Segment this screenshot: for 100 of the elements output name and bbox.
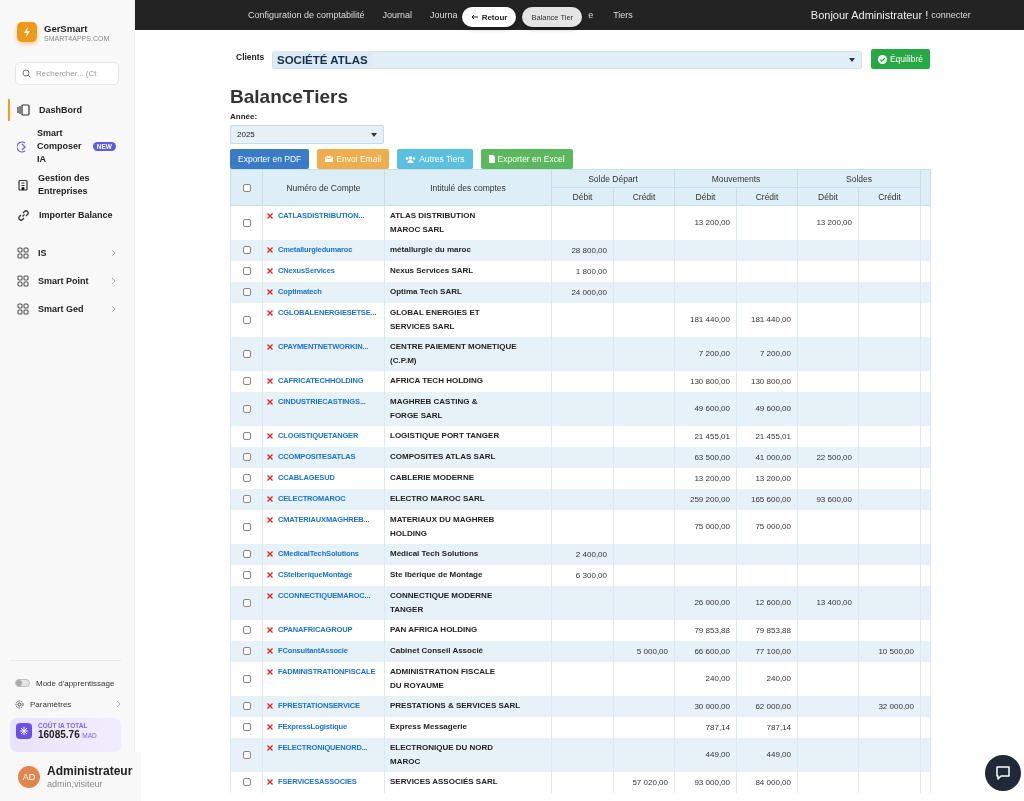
column-header: Débit — [695, 191, 716, 202]
delete-icon[interactable] — [267, 648, 273, 654]
nav-link[interactable]: Journa — [430, 10, 458, 20]
amount: 13 200,00 — [694, 218, 730, 227]
back-button[interactable]: Retour — [461, 7, 517, 27]
row-checkbox[interactable] — [242, 647, 251, 656]
grid-icon — [17, 247, 29, 259]
delete-icon[interactable] — [267, 593, 273, 599]
row-checkbox[interactable] — [242, 522, 251, 531]
delete-icon[interactable] — [267, 627, 273, 633]
delete-icon[interactable] — [267, 517, 273, 523]
delete-icon[interactable] — [267, 724, 273, 730]
search-field[interactable]: Rechercher... (Ct — [15, 62, 119, 85]
row-checkbox[interactable] — [242, 626, 251, 635]
delete-icon[interactable] — [267, 213, 273, 219]
delete-icon[interactable] — [267, 703, 273, 709]
nav-item[interactable]: Smart Point — [8, 270, 134, 292]
learning-mode-toggle[interactable] — [15, 679, 30, 687]
account-name: CABLERIE MODERNE — [390, 473, 474, 482]
account-name: CENTRE PAIEMENT MONETIQUE (C.P.M) — [390, 342, 517, 365]
delete-icon[interactable] — [267, 344, 273, 350]
row-checkbox[interactable] — [242, 598, 251, 607]
settings-item[interactable]: Paramètres — [10, 696, 121, 712]
delete-icon[interactable] — [267, 399, 273, 405]
nav-item[interactable]: Gestion des Entreprises — [8, 172, 134, 198]
row-checkbox[interactable] — [242, 723, 251, 732]
delete-icon[interactable] — [267, 310, 273, 316]
row-checkbox[interactable] — [242, 702, 251, 711]
client-select[interactable]: SOCIÉTÉ ATLAS — [272, 50, 862, 69]
delete-icon[interactable] — [267, 745, 273, 751]
amount: 57 020,00 — [632, 777, 668, 787]
nav-item[interactable]: Importer Balance — [8, 204, 134, 226]
row-checkbox[interactable] — [242, 750, 251, 759]
amount: 75 000,00 — [694, 522, 730, 531]
row-checkbox[interactable] — [242, 495, 251, 504]
nav-item[interactable]: Smart Ged — [8, 298, 134, 320]
building-icon — [17, 179, 29, 191]
amount: 24 000,00 — [571, 287, 607, 297]
account-name: ELECTRO MAROC SARL — [390, 494, 485, 503]
row-checkbox[interactable] — [242, 377, 251, 386]
row-checkbox[interactable] — [242, 218, 251, 227]
logout-link[interactable]: connecter — [931, 10, 971, 20]
delete-icon[interactable] — [267, 496, 273, 502]
user-avatar: AD — [18, 765, 40, 788]
users-icon — [405, 155, 417, 163]
nav-link[interactable]: Configuration de comptabilité — [248, 10, 365, 20]
row-checkbox[interactable] — [242, 184, 251, 193]
nav-link[interactable]: Tiers — [613, 10, 633, 20]
row-checkbox[interactable] — [242, 315, 251, 324]
balanced-button[interactable]: Équilibré — [870, 49, 930, 69]
column-group-header: Soldes — [846, 173, 872, 184]
row-checkbox[interactable] — [242, 404, 251, 413]
account-name: CONNECTIQUE MODERNE TANGER — [390, 591, 493, 614]
row-checkbox[interactable] — [242, 349, 251, 358]
row-checkbox[interactable] — [242, 474, 251, 483]
delete-icon[interactable] — [267, 433, 273, 439]
row-checkbox[interactable] — [242, 674, 251, 683]
year-select[interactable]: 2025 — [230, 125, 384, 144]
row-checkbox[interactable] — [242, 550, 251, 559]
delete-icon[interactable] — [267, 378, 273, 384]
amount: 13 200,00 — [694, 473, 730, 483]
clients-label: Clients — [236, 52, 266, 62]
amount: 41 000,00 — [755, 452, 791, 462]
delete-icon[interactable] — [267, 247, 273, 253]
delete-icon[interactable] — [267, 572, 273, 578]
chevron-right-icon — [111, 305, 116, 313]
row-checkbox[interactable] — [242, 432, 251, 441]
nav-item[interactable]: IS — [8, 242, 134, 264]
account-name: Cabinet Conseil Associé — [390, 646, 484, 655]
row-checkbox[interactable] — [242, 288, 251, 297]
amount: 21 455,01 — [694, 431, 730, 441]
column-group-header: Mouvements — [711, 173, 761, 184]
delete-icon[interactable] — [267, 551, 273, 557]
nav-link[interactable]: Journal — [382, 10, 413, 20]
nav-link[interactable]: e — [588, 10, 594, 20]
row-checkbox[interactable] — [242, 778, 251, 787]
account-name: AFRICA TECH HOLDING — [390, 376, 484, 385]
delete-icon[interactable] — [267, 779, 273, 785]
amount: 259 200,00 — [689, 494, 730, 504]
delete-icon[interactable] — [267, 669, 273, 675]
delete-icon[interactable] — [267, 475, 273, 481]
delete-icon[interactable] — [267, 454, 273, 460]
action-button[interactable]: Exporter en PDF — [230, 149, 310, 169]
delete-icon[interactable] — [267, 289, 273, 295]
row-checkbox[interactable] — [242, 246, 251, 255]
amount: 79 853,88 — [755, 625, 791, 635]
check-circle-icon — [877, 54, 887, 64]
link-icon — [17, 208, 30, 222]
amount: 79 853,88 — [694, 625, 730, 635]
row-checkbox[interactable] — [242, 453, 251, 462]
column-header: Intitulé des comptes — [430, 182, 506, 193]
amount: 84 000,00 — [755, 777, 791, 787]
row-checkbox[interactable] — [242, 267, 251, 276]
row-checkbox[interactable] — [242, 571, 251, 580]
user-roles: admin,visiteur — [47, 779, 104, 789]
column-header: Crédit — [878, 191, 901, 202]
chat-button[interactable] — [985, 755, 1021, 791]
greeting: Bonjour Administrateur ! — [810, 9, 929, 21]
delete-icon[interactable] — [267, 268, 273, 274]
nav-item[interactable]: DashBord — [8, 99, 134, 121]
